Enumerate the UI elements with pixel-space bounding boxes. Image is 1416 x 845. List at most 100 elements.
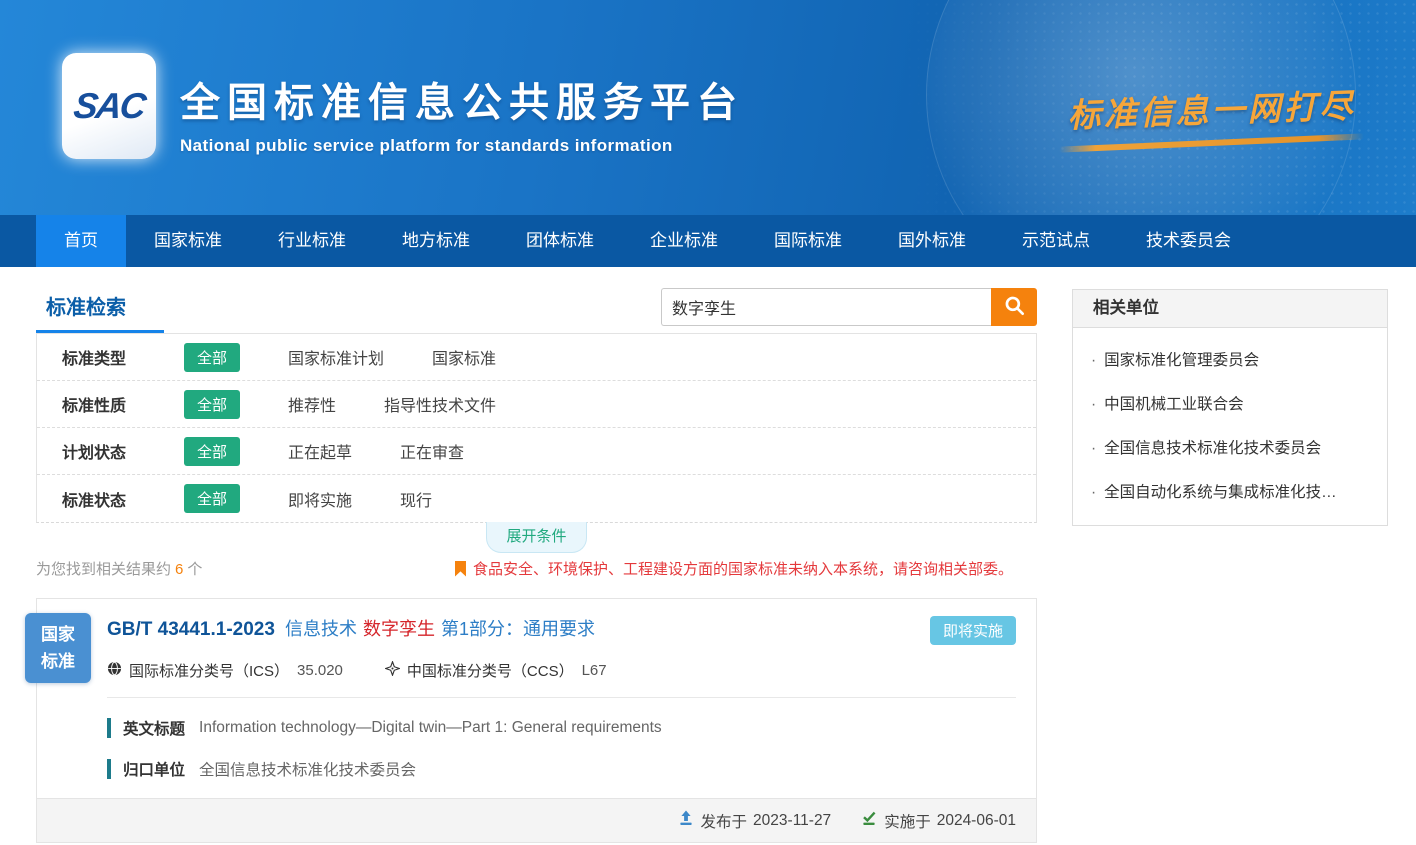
card-body: GB/T 43441.1-2023信息技术数字孪生第1部分：通用要求 即将实施 — [37, 599, 1036, 780]
sidebar: 相关单位 国家标准化管理委员会 中国机械工业联合会 全国信息技术标准化技术委员会… — [1072, 267, 1388, 843]
filter-label: 标准类型 — [62, 345, 158, 369]
related-unit-link[interactable]: 全国自动化系统与集成标准化技… — [1089, 469, 1371, 513]
publish-label: 发布于 — [701, 810, 748, 832]
search-icon — [1004, 295, 1025, 319]
result-count: 为您找到相关结果约6个 — [36, 558, 202, 579]
result-count-number: 6 — [171, 561, 187, 578]
nav-item-industry-standards[interactable]: 行业标准 — [250, 215, 374, 267]
nav-item-home[interactable]: 首页 — [36, 215, 126, 267]
related-units-list: 国家标准化管理委员会 中国机械工业联合会 全国信息技术标准化技术委员会 全国自动… — [1073, 328, 1387, 525]
teal-bar-decoration — [107, 718, 111, 738]
nav-item-international-standards[interactable]: 国际标准 — [746, 215, 870, 267]
filter-option[interactable]: 国家标准计划 — [288, 345, 384, 369]
search-row: 标准检索 — [36, 267, 1037, 333]
related-units-box: 相关单位 国家标准化管理委员会 中国机械工业联合会 全国信息技术标准化技术委员会… — [1072, 289, 1388, 526]
site-title: 全国标准信息公共服务平台 — [180, 70, 744, 128]
result-count-prefix: 为您找到相关结果约 — [36, 561, 171, 578]
ics-label: 国际标准分类号（ICS） — [129, 660, 289, 681]
slogan: 标准信息一网打尽 — [1059, 84, 1364, 146]
implement-date-value: 2024-06-01 — [937, 812, 1016, 830]
english-title-row: 英文标题 Information technology—Digital twin… — [107, 717, 1016, 739]
sac-logo-text: SAC — [71, 85, 147, 127]
standard-title-highlight: 数字孪生 — [363, 619, 435, 639]
responsible-unit-label: 归口单位 — [123, 758, 185, 780]
main-column: 标准检索 — [36, 267, 1037, 843]
related-unit-link[interactable]: 全国信息技术标准化技术委员会 — [1089, 425, 1371, 469]
teal-bar-decoration — [107, 759, 111, 779]
responsible-unit-value: 全国信息技术标准化技术委员会 — [199, 758, 416, 780]
implement-date: 实施于 2024-06-01 — [861, 810, 1016, 832]
filter-label: 标准状态 — [62, 487, 158, 511]
site-subtitle: National public service platform for sta… — [180, 136, 744, 156]
ccs-label: 中国标准分类号（CCS） — [407, 660, 574, 681]
site-header: SAC 全国标准信息公共服务平台 National public service… — [0, 0, 1416, 215]
filter-panel: 标准类型 全部 国家标准计划 国家标准 标准性质 全部 推荐性 指导性技术文件 … — [36, 333, 1037, 523]
filter-label: 计划状态 — [62, 439, 158, 463]
badge-line2: 标准 — [41, 648, 75, 675]
filter-all-button[interactable]: 全部 — [184, 343, 240, 372]
filter-option[interactable]: 推荐性 — [288, 392, 336, 416]
status-badge: 即将实施 — [930, 616, 1016, 645]
nav-item-technical-committee[interactable]: 技术委员会 — [1118, 215, 1259, 267]
implement-label: 实施于 — [884, 810, 931, 832]
card-separator — [107, 697, 1016, 698]
standard-code: GB/T 43441.1-2023 — [107, 619, 275, 640]
nav-item-foreign-standards[interactable]: 国外标准 — [870, 215, 994, 267]
bookmark-icon — [455, 561, 466, 577]
tab-standard-search[interactable]: 标准检索 — [36, 291, 164, 320]
related-units-title: 相关单位 — [1073, 290, 1387, 328]
search-input[interactable] — [661, 288, 991, 326]
filter-option[interactable]: 即将实施 — [288, 487, 352, 511]
related-unit-link[interactable]: 中国机械工业联合会 — [1089, 381, 1371, 425]
ccs-value: L67 — [582, 662, 607, 679]
search-tab-underline-decoration — [36, 330, 164, 333]
expand-conditions-button[interactable]: 展开条件 — [486, 522, 586, 553]
compass-icon — [385, 661, 407, 680]
nav-item-national-standards[interactable]: 国家标准 — [126, 215, 250, 267]
ics-value: 35.020 — [297, 662, 343, 679]
badge-line1: 国家 — [41, 621, 75, 648]
filter-all-button[interactable]: 全部 — [184, 390, 240, 419]
nav-item-pilot[interactable]: 示范试点 — [994, 215, 1118, 267]
standard-result-card: 国家 标准 GB/T 43441.1-2023信息技术数字孪生第1部分：通用要求… — [36, 598, 1037, 843]
system-notice: 食品安全、环境保护、工程建设方面的国家标准未纳入本系统，请咨询相关部委。 — [455, 558, 1013, 579]
english-title-value: Information technology—Digital twin—Part… — [199, 719, 662, 737]
standard-title-part1: 信息技术 — [285, 619, 357, 639]
filter-option[interactable]: 国家标准 — [432, 345, 496, 369]
filter-option[interactable]: 正在审查 — [400, 439, 464, 463]
standard-title-link[interactable]: GB/T 43441.1-2023信息技术数字孪生第1部分：通用要求 — [107, 616, 595, 643]
nav-item-group-standards[interactable]: 团体标准 — [498, 215, 622, 267]
result-count-suffix: 个 — [187, 561, 202, 578]
search-tab-label: 标准检索 — [36, 291, 164, 320]
main-nav: 首页 国家标准 行业标准 地方标准 团体标准 企业标准 国际标准 国外标准 示范… — [0, 215, 1416, 267]
site-titles: 全国标准信息公共服务平台 National public service pla… — [180, 70, 744, 156]
national-standard-badge: 国家 标准 — [25, 613, 91, 683]
related-unit-link[interactable]: 国家标准化管理委员会 — [1089, 337, 1371, 381]
filter-label: 标准性质 — [62, 392, 158, 416]
filter-option[interactable]: 现行 — [400, 487, 432, 511]
nav-item-local-standards[interactable]: 地方标准 — [374, 215, 498, 267]
filter-option[interactable]: 指导性技术文件 — [384, 392, 496, 416]
search-button[interactable] — [991, 288, 1037, 326]
publish-date-value: 2023-11-27 — [753, 812, 831, 830]
nav-item-enterprise-standards[interactable]: 企业标准 — [622, 215, 746, 267]
filter-row-standard-nature: 标准性质 全部 推荐性 指导性技术文件 — [37, 381, 1036, 428]
classification-row: 国际标准分类号（ICS） 35.020 中国标准分类号（CCS） — [107, 660, 1016, 681]
search-group — [661, 288, 1037, 326]
slogan-text: 标准信息一网打尽 — [1058, 79, 1364, 138]
notice-text: 食品安全、环境保护、工程建设方面的国家标准未纳入本系统，请咨询相关部委。 — [473, 558, 1013, 579]
filter-all-button[interactable]: 全部 — [184, 484, 240, 513]
filter-option[interactable]: 正在起草 — [288, 439, 352, 463]
sac-logo[interactable]: SAC — [62, 53, 156, 159]
content: 标准检索 — [0, 267, 1416, 843]
globe-icon — [107, 661, 129, 680]
filter-all-button[interactable]: 全部 — [184, 437, 240, 466]
english-title-label: 英文标题 — [123, 717, 185, 739]
publish-date: 发布于 2023-11-27 — [678, 810, 832, 832]
responsible-unit-row: 归口单位 全国信息技术标准化技术委员会 — [107, 758, 1016, 780]
filter-row-plan-status: 计划状态 全部 正在起草 正在审查 — [37, 428, 1036, 475]
upload-icon — [678, 810, 701, 831]
results-meta-row: 为您找到相关结果约6个 食品安全、环境保护、工程建设方面的国家标准未纳入本系统，… — [36, 558, 1037, 579]
card-footer: 发布于 2023-11-27 实施于 2024-06-01 — [37, 798, 1036, 842]
ccs-classification: 中国标准分类号（CCS） L67 — [385, 660, 607, 681]
